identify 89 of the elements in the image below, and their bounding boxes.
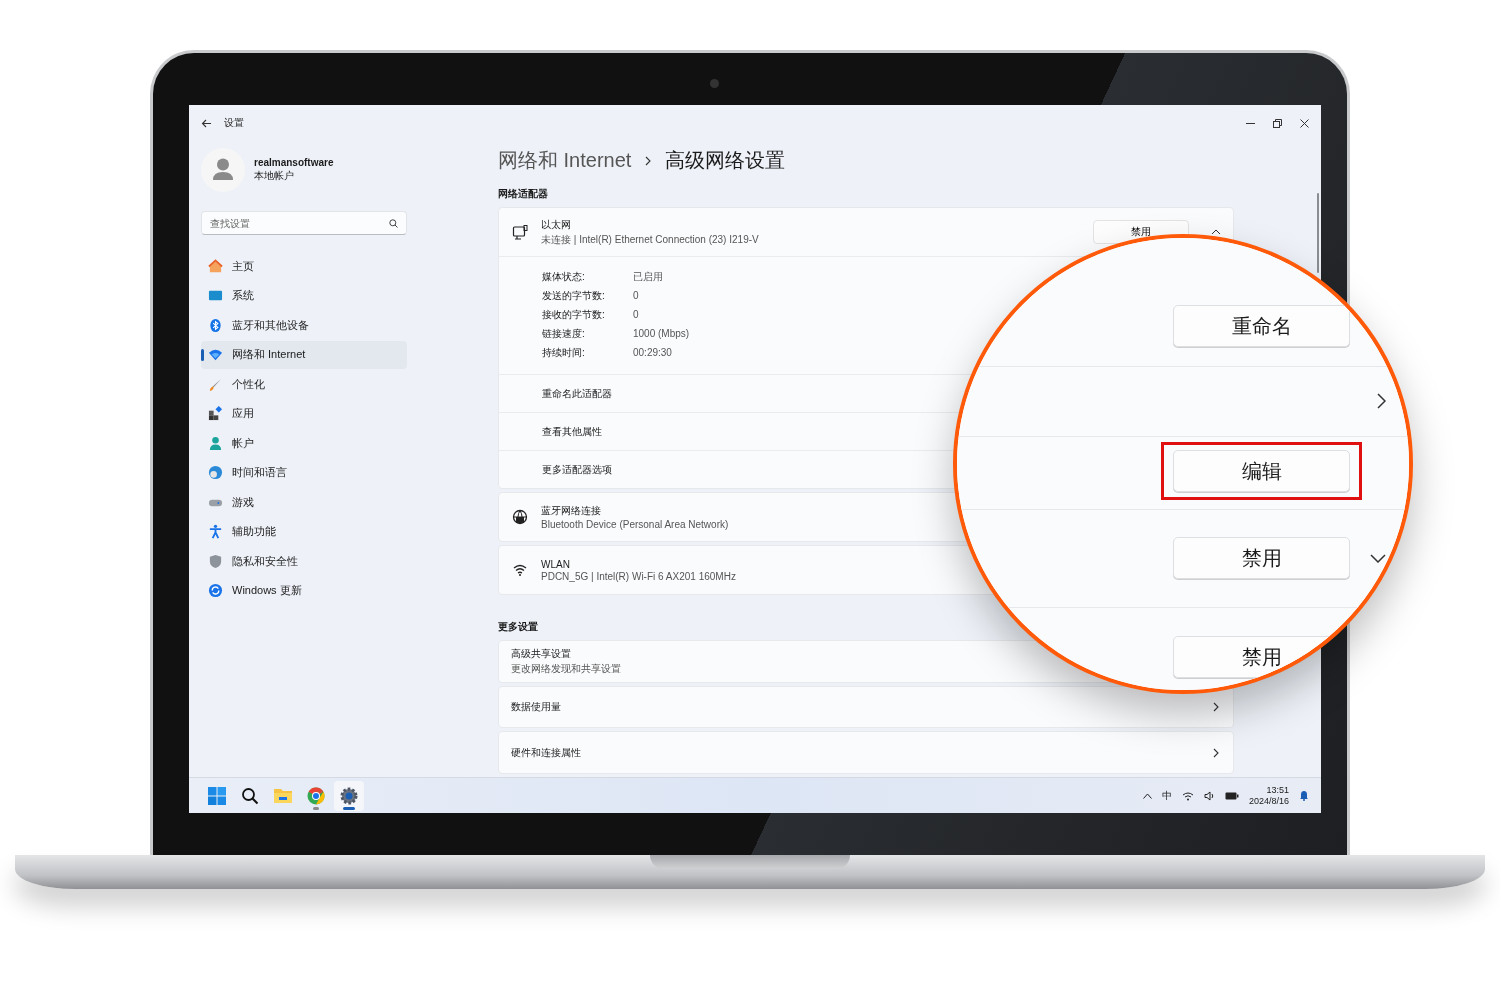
bluetooth-icon [512,509,528,525]
home-icon [208,258,223,274]
browser-icon [307,786,325,805]
adapter-detail: PDCN_5G | Intel(R) Wi-Fi 6 AX201 160MHz [541,570,736,582]
chevron-down-icon[interactable] [1370,553,1386,563]
camera-icon [710,79,719,88]
nav-item[interactable]: 蓝牙和其他设备 [201,311,407,339]
account-type: 本地帐户 [254,169,295,183]
ethernet-icon [512,224,528,240]
chevron-right-icon [645,155,652,166]
taskbar-button[interactable] [334,780,364,811]
personalize-icon [208,376,223,392]
nav-item[interactable]: 系统 [201,281,407,310]
property-label: 媒体状态: [542,269,586,284]
accounts-icon [208,435,223,451]
settings-row[interactable]: 硬件和连接属性 [498,731,1234,774]
user-name: realmansoftware [254,157,334,168]
system-icon [208,288,223,303]
property-value: 0 [633,290,639,301]
restore-icon[interactable] [1273,118,1282,128]
chevron-up-icon[interactable] [1211,229,1221,235]
property-value: 00:29:30 [633,347,672,358]
close-icon[interactable] [1300,118,1309,128]
section-title: 更多设置 [498,620,539,634]
adapter-name: 蓝牙网络连接 [541,504,602,518]
page-title: 高级网络设置 [665,148,786,173]
property-label: 接收的字节数: [542,307,606,322]
wifi-icon[interactable] [1181,790,1194,801]
nav-item[interactable]: 游戏 [201,488,407,516]
windows-logo-icon [208,786,226,805]
property-label: 发送的字节数: [542,288,606,303]
accessibility-icon [208,524,223,539]
nav-item[interactable]: 隐私和安全性 [201,547,407,575]
caret-up-icon[interactable] [1142,792,1152,799]
nav-item[interactable]: 主页 [201,252,407,280]
adapter-detail: 未连接 | Intel(R) Ethernet Connection (23) I219-V [541,232,759,247]
nav-item[interactable]: 辅助功能 [201,517,407,546]
minimize-icon[interactable] [1246,122,1255,124]
row-subtitle: 更改网络发现和共享设置 [511,661,621,676]
clock[interactable]: 13:51 2024/8/16 [1248,784,1289,807]
action-button[interactable]: 编辑 [1173,450,1350,492]
breadcrumb-link[interactable]: 网络和 Internet [498,147,632,174]
search-field[interactable]: 查找设置 [201,211,407,235]
property-label: 链接速度: [542,326,586,341]
wifi-icon [512,562,528,578]
chevron-right-icon[interactable] [1377,393,1386,409]
time-icon [208,465,223,480]
nav-item[interactable]: 个性化 [201,370,407,398]
gear-icon [340,786,358,805]
avatar [201,148,245,192]
date: 2024/8/16 [1248,795,1289,807]
back-icon[interactable] [201,118,212,128]
property-label: 持续时间: [542,345,586,360]
action-label[interactable]: 查看其他属性 [542,424,602,439]
nav-item[interactable]: 网络和 Internet [201,340,407,369]
bluetooth-icon [208,317,223,333]
property-value: 1000 (Mbps) [633,328,690,339]
network-icon [208,347,223,362]
nav-item[interactable]: 时间和语言 [201,458,407,487]
nav-item[interactable]: Windows 更新 [201,576,407,605]
nav-item[interactable]: 应用 [201,399,407,428]
input-method[interactable]: 中 [1161,788,1172,803]
section-title: 网络适配器 [498,187,549,201]
nav-item[interactable]: 帐户 [201,429,407,457]
update-icon [208,583,223,598]
apps-icon [208,406,223,421]
property-value: 0 [633,309,639,320]
scrollbar[interactable] [1317,193,1319,273]
window-title: 设置 [224,116,244,130]
action-label[interactable]: 重命名此适配器 [542,386,612,401]
bell-icon[interactable] [1299,790,1309,801]
row-title: 硬件和连接属性 [511,745,581,760]
time: 13:51 [1266,784,1289,796]
folder-icon [273,787,293,804]
action-label[interactable]: 更多适配器选项 [542,462,612,477]
row-title: 高级共享设置 [511,646,572,661]
adapter-name: 以太网 [541,217,572,232]
battery-icon[interactable] [1224,791,1239,800]
search-icon [389,219,398,228]
adapter-detail: Bluetooth Device (Personal Area Network) [541,519,729,530]
search-icon [241,786,259,805]
settings-row[interactable]: 数据使用量 [498,685,1234,729]
row-title: 数据使用量 [511,700,561,714]
privacy-icon [208,553,223,569]
action-button[interactable]: 禁用 [1173,537,1350,579]
adapter-name: WLAN [541,558,571,570]
property-value: 已启用 [633,269,663,284]
action-button[interactable]: 重命名 [1173,305,1350,347]
volume-icon[interactable] [1203,790,1215,801]
